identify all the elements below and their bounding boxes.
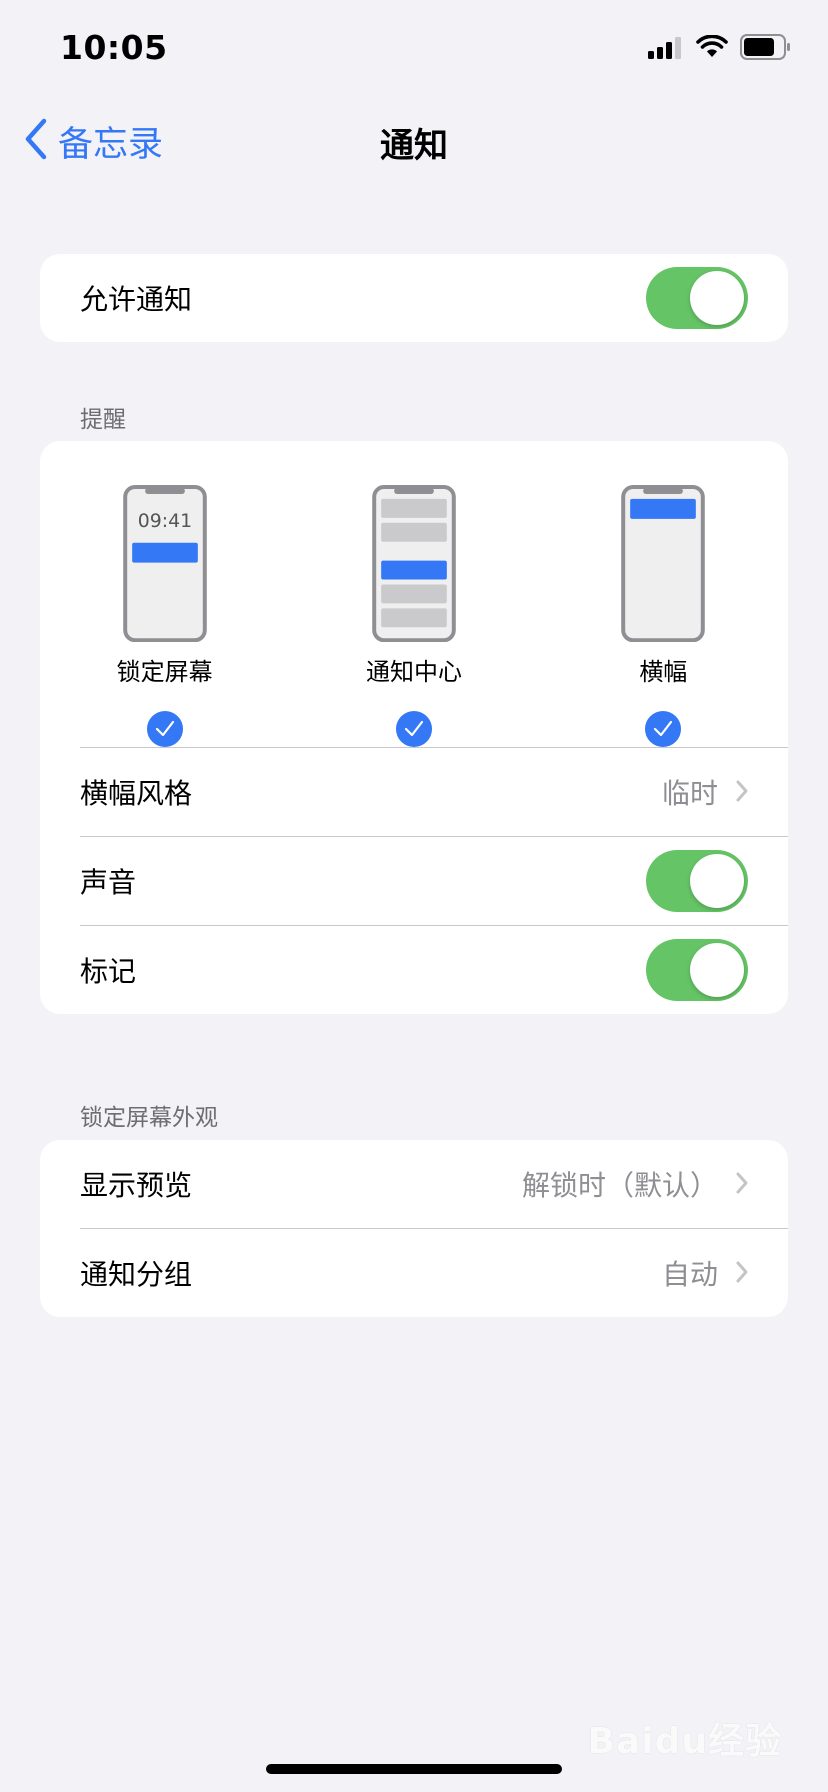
show-previews-value: 解锁时（默认）: [521, 1169, 718, 1202]
banner-style-row[interactable]: 横幅风格 临时: [40, 748, 788, 836]
alerts-group: 09:41 锁定屏幕 通知中心 横幅 横幅风格 临时 声音 标记: [40, 441, 788, 1014]
badges-label: 标记: [80, 955, 137, 988]
allow-notifications-row: 允许通知: [40, 254, 788, 342]
chevron-right-icon: [736, 776, 748, 809]
status-bar: 10:05: [0, 0, 828, 100]
badges-toggle[interactable]: [646, 939, 748, 1001]
wifi-icon: [696, 34, 728, 63]
show-previews-row[interactable]: 显示预览 解锁时（默认）: [40, 1140, 788, 1228]
banner-style-label: 横幅风格: [80, 777, 193, 810]
checkmark-icon: [645, 711, 682, 747]
cellular-signal-icon: [648, 35, 684, 63]
banners-preview-icon: [621, 485, 706, 643]
notification-center-preview-icon: [372, 485, 456, 643]
alert-option-label: 横幅: [639, 658, 688, 687]
allow-notifications-label: 允许通知: [80, 283, 193, 316]
notification-grouping-label: 通知分组: [80, 1258, 193, 1291]
lock-screen-preview-time: 09:41: [137, 510, 191, 532]
home-indicator[interactable]: [266, 1764, 562, 1774]
alert-option-label: 锁定屏幕: [116, 658, 213, 687]
chevron-right-icon: [736, 1257, 748, 1290]
alert-option-notification-center[interactable]: 通知中心: [289, 485, 538, 747]
sounds-label: 声音: [80, 866, 137, 899]
banner-style-value: 临时: [661, 777, 718, 810]
page-title: 通知: [380, 126, 448, 166]
lock-screen-preview-icon: 09:41: [122, 485, 207, 643]
chevron-right-icon: [736, 1168, 748, 1201]
sounds-row: 声音: [40, 837, 788, 925]
notification-grouping-row[interactable]: 通知分组 自动: [40, 1229, 788, 1317]
sounds-toggle[interactable]: [646, 850, 748, 912]
alert-option-banners[interactable]: 横幅: [539, 485, 788, 747]
checkmark-icon: [395, 711, 432, 747]
badges-row: 标记: [40, 926, 788, 1014]
notification-grouping-value: 自动: [661, 1258, 718, 1291]
show-previews-label: 显示预览: [80, 1169, 193, 1202]
allow-notifications-group: 允许通知: [40, 254, 788, 342]
lock-screen-appearance-header: 锁定屏幕外观: [80, 1105, 218, 1131]
battery-icon: [740, 34, 792, 64]
allow-notifications-toggle[interactable]: [646, 267, 748, 329]
navigation-bar: 备忘录 通知: [0, 100, 828, 180]
alert-option-label: 通知中心: [365, 658, 462, 687]
lock-screen-appearance-group: 显示预览 解锁时（默认） 通知分组 自动: [40, 1140, 788, 1317]
alert-option-lock-screen[interactable]: 09:41 锁定屏幕: [40, 485, 289, 747]
alerts-section-header: 提醒: [80, 407, 126, 433]
checkmark-icon: [146, 711, 183, 747]
status-time: 10:05: [60, 28, 168, 67]
status-icons: [648, 34, 792, 64]
alert-style-options: 09:41 锁定屏幕 通知中心 横幅: [40, 441, 788, 747]
baidu-jingyan-watermark: Baidu经验: [587, 1721, 782, 1762]
